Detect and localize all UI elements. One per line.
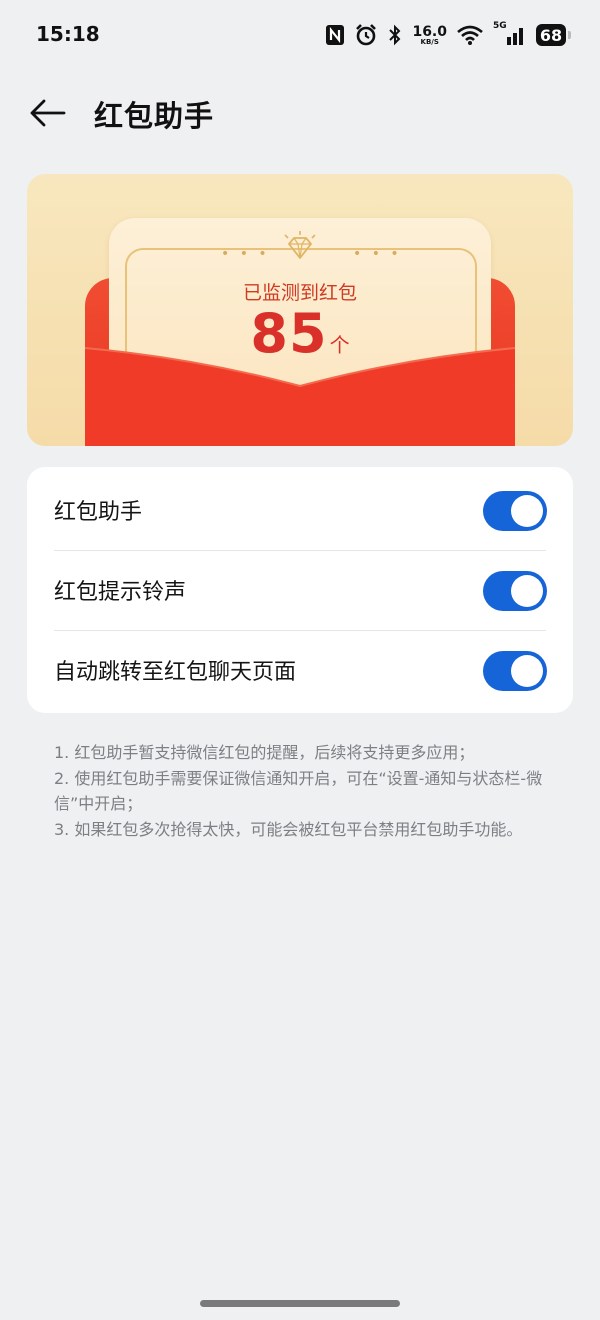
detected-label: 已监测到红包 [242, 282, 357, 304]
notes: 1. 红包助手暂支持微信红包的提醒，后续将支持更多应用； 2. 使用红包助手需要… [54, 740, 554, 842]
red-packet-assistant-toggle[interactable] [483, 491, 547, 531]
status-bar: 15:18 16.0 KB/S 5G 68 [0, 0, 600, 70]
note-item: 2. 使用红包助手需要保证微信通知开启，可在“设置-通知与状态栏-微信”中开启； [54, 768, 543, 814]
setting-row-auto-jump[interactable]: 自动跳转至红包聊天页面 [27, 630, 573, 710]
signal-icon: 5G [493, 21, 527, 47]
home-indicator[interactable] [200, 1300, 400, 1307]
setting-label: 红包提示铃声 [54, 580, 187, 605]
header: 红包助手 [0, 80, 600, 144]
auto-jump-toggle[interactable] [483, 651, 547, 691]
status-time: 15:18 [36, 22, 100, 46]
toggle-knob [511, 655, 543, 687]
red-packet-banner: • • • • • • 已监测到红包 85 个 [27, 174, 573, 446]
nfc-icon [325, 24, 345, 46]
decor-dots-left: • • • [221, 246, 270, 262]
status-icons: 16.0 KB/S 5G 68 [325, 20, 571, 50]
alarm-icon [354, 23, 378, 47]
wifi-icon [456, 24, 484, 46]
envelope-front [85, 347, 515, 446]
back-button[interactable] [24, 90, 70, 136]
setting-label: 红包助手 [54, 500, 143, 525]
setting-row-red-packet-assistant[interactable]: 红包助手 [27, 470, 573, 550]
toggle-knob [511, 495, 543, 527]
settings-card: 红包助手 红包提示铃声 自动跳转至红包聊天页面 [27, 467, 573, 713]
decor-dots-right: • • • [353, 246, 402, 262]
note-item: 3. 如果红包多次抢得太快，可能会被红包平台禁用红包助手功能。 [54, 819, 523, 839]
toggle-knob [511, 575, 543, 607]
arrow-left-icon [30, 99, 66, 127]
setting-label: 自动跳转至红包聊天页面 [54, 660, 297, 685]
note-item: 1. 红包助手暂支持微信红包的提醒，后续将支持更多应用； [54, 743, 475, 762]
notification-sound-toggle[interactable] [483, 571, 547, 611]
net-speed: 16.0 KB/S [412, 23, 447, 46]
bluetooth-icon [387, 24, 403, 46]
page-title: 红包助手 [94, 99, 215, 133]
diamond-icon [284, 231, 316, 259]
battery-icon: 68 [536, 24, 571, 46]
setting-row-notification-sound[interactable]: 红包提示铃声 [27, 550, 573, 630]
